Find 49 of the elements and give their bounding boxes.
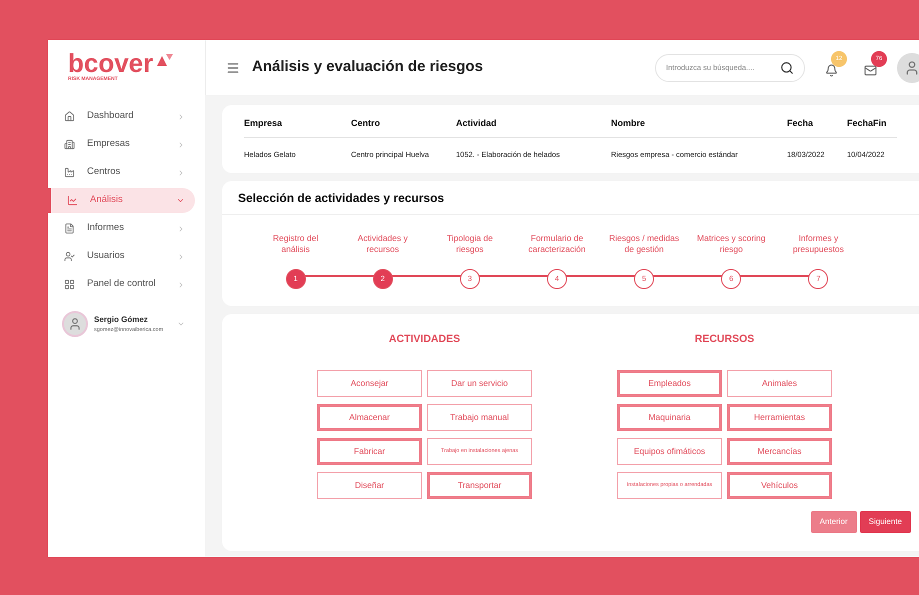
step-label[interactable]: Riesgos / medidas de gestión (608, 233, 680, 257)
avatar (62, 311, 88, 337)
option-toggle[interactable]: Herramientas (727, 404, 832, 431)
mail-icon[interactable] (864, 64, 877, 77)
avatar (897, 52, 919, 82)
column-header: FechaFin (847, 117, 888, 130)
column-header: Empresa (244, 117, 284, 130)
option-toggle[interactable]: Fabricar (317, 438, 422, 465)
option-toggle[interactable]: Maquinaria (617, 404, 722, 431)
sidebar-item[interactable]: Empresas (48, 132, 195, 157)
column-header: Centro (351, 117, 381, 130)
column-header: Actividad (456, 117, 498, 130)
sidebar-item[interactable]: Panel de control (48, 272, 195, 297)
column-header: Fecha (787, 117, 814, 130)
search-icon[interactable] (780, 60, 794, 74)
option-toggle[interactable]: Animales (727, 370, 832, 397)
triangles-icon (157, 54, 174, 66)
step-label[interactable]: Actividades y recursos (346, 233, 419, 257)
sidebar-item[interactable]: Usuarios (48, 244, 195, 269)
section-title: Selección de actividades y recursos (238, 190, 444, 206)
option-toggle[interactable]: Almacenar (317, 404, 422, 431)
nav-button[interactable]: Anterior (810, 511, 857, 533)
step-label[interactable]: Tipologia de riesgos (434, 233, 506, 257)
caret-icon (177, 320, 185, 328)
option-toggle[interactable]: Vehículos (727, 472, 832, 499)
option-toggle[interactable]: Trabajo manual (427, 404, 532, 431)
sidebar-item[interactable]: Análisis (48, 188, 195, 213)
nav-button[interactable]: Siguiente (860, 511, 911, 533)
option-toggle[interactable]: Mercancías (727, 438, 832, 465)
option-toggle[interactable]: Diseñar (317, 472, 422, 499)
sidebar-item[interactable]: Informes (48, 216, 195, 241)
step-label[interactable]: Formulario de caracterización (520, 233, 593, 257)
option-toggle[interactable]: Transportar (427, 472, 532, 499)
option-toggle[interactable]: Aconsejar (317, 370, 422, 397)
option-toggle[interactable]: Empleados (617, 370, 722, 397)
group-title: ACTIVIDADES (388, 332, 460, 347)
bell-icon[interactable] (825, 64, 838, 77)
option-toggle[interactable]: Dar un servicio (427, 370, 532, 397)
user-name: Sergio Gómez (94, 314, 149, 326)
step-label[interactable]: Registro del análisis (260, 233, 332, 257)
group-title: RECURSOS (694, 332, 754, 347)
sidebar-item[interactable]: Centros (48, 160, 195, 185)
logo-text: bcover (68, 50, 154, 76)
step-label[interactable]: Matrices y scoring riesgo (695, 233, 768, 257)
option-toggle[interactable]: Equipos ofimáticos (617, 438, 722, 465)
page-title: Análisis y evaluación de riesgos (252, 57, 484, 78)
column-header: Nombre (611, 117, 646, 130)
step-label[interactable]: Informes y presupuestos (782, 233, 854, 257)
sidebar-item[interactable]: Dashboard (48, 104, 195, 129)
